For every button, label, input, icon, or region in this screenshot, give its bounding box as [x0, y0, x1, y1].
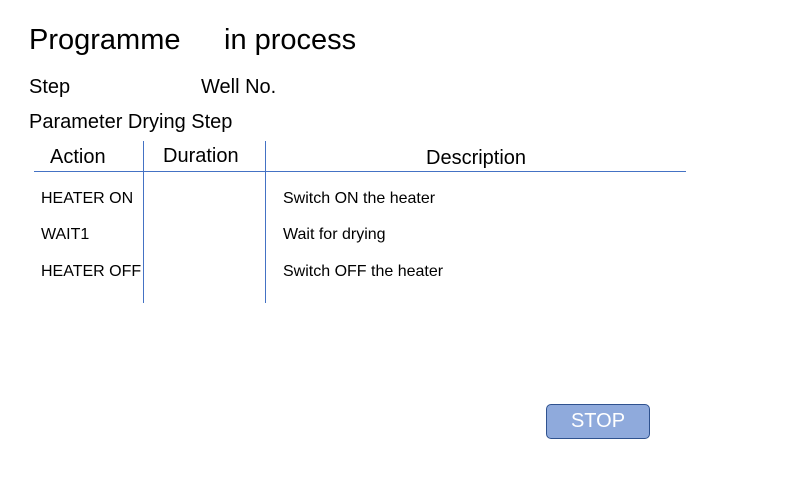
- row-description: Switch OFF the heater: [283, 263, 444, 280]
- column-divider-duration: [265, 141, 266, 303]
- column-divider-action: [143, 141, 144, 303]
- parameter-heading: Parameter Drying Step: [29, 111, 233, 133]
- process-status: in process: [224, 24, 357, 56]
- stop-button-label: STOP: [570, 410, 626, 432]
- step-label: Step: [29, 76, 71, 98]
- row-action: HEATER ON: [41, 190, 134, 207]
- row-description: Switch ON the heater: [283, 190, 436, 207]
- header-divider: [34, 171, 686, 172]
- row-action: HEATER OFF: [41, 263, 142, 280]
- well-number-label: Well No.: [201, 76, 277, 98]
- stop-button[interactable]: STOP: [546, 404, 650, 439]
- row-description: Wait for drying: [283, 226, 386, 243]
- column-header-duration: Duration: [163, 145, 239, 167]
- programme-title: Programme: [29, 24, 181, 56]
- column-header-description: Description: [426, 147, 527, 169]
- row-action: WAIT1: [41, 226, 90, 243]
- column-header-action: Action: [50, 146, 106, 168]
